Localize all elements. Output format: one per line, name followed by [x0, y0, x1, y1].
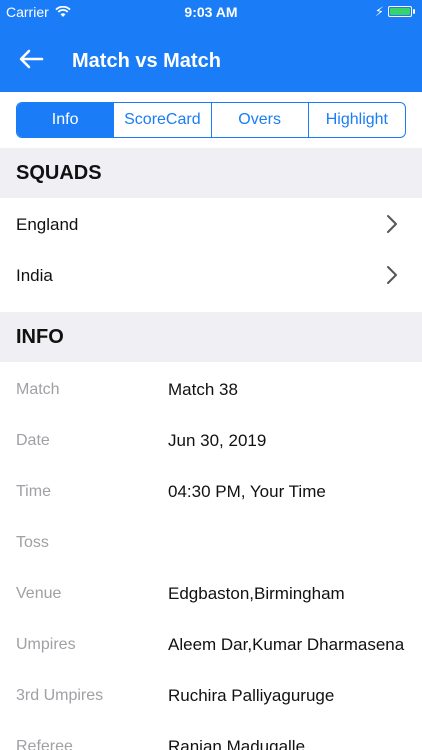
info-key: Date: [16, 432, 50, 449]
team-name: England: [16, 215, 79, 234]
status-bar: Carrier 9:03 AM ⚡: [0, 0, 422, 24]
info-title: INFO: [16, 326, 64, 348]
battery-icon: [388, 6, 415, 17]
squad-row-india[interactable]: India: [0, 251, 422, 301]
info-key: Toss: [16, 534, 49, 551]
tab-highlight[interactable]: Highlight: [309, 103, 405, 137]
tab-scorecard[interactable]: ScoreCard: [114, 103, 212, 137]
info-row-match: Match Match 38: [0, 364, 422, 415]
info-row-date: Date Jun 30, 2019: [0, 415, 422, 466]
info-row-referee: Referee Ranjan Madugalle: [0, 721, 422, 750]
squads-title: SQUADS: [16, 162, 102, 184]
info-row-third-umpires: 3rd Umpires Ruchira Palliyaguruge: [0, 670, 422, 721]
tab-info[interactable]: Info: [17, 103, 115, 137]
info-key: Time: [16, 483, 51, 500]
info-value: Edgbaston,Birmingham: [168, 584, 345, 603]
info-key: Referee: [16, 738, 73, 750]
squad-row-england[interactable]: England: [0, 200, 422, 250]
info-value: Jun 30, 2019: [168, 431, 267, 450]
info-row-venue: Venue Edgbaston,Birmingham: [0, 568, 422, 619]
app-header: Carrier 9:03 AM ⚡ Match vs Match: [0, 0, 422, 92]
info-section-header: INFO: [0, 312, 422, 362]
segmented-tabs: Info ScoreCard Overs Highlight: [16, 102, 406, 138]
back-arrow-icon[interactable]: [16, 44, 46, 74]
info-key: 3rd Umpires: [16, 687, 104, 704]
info-value: 04:30 PM, Your Time: [168, 482, 326, 501]
tab-overs[interactable]: Overs: [212, 103, 309, 137]
info-value: Aleem Dar,Kumar Dharmasena: [168, 635, 405, 654]
info-row-toss: Toss: [0, 517, 422, 568]
info-key: Venue: [16, 585, 62, 602]
info-key: Umpires: [16, 636, 76, 653]
chevron-right-icon: [387, 266, 397, 284]
info-row-time: Time 04:30 PM, Your Time: [0, 466, 422, 517]
info-value: Ruchira Palliyaguruge: [168, 686, 335, 705]
page-title: Match vs Match: [72, 50, 221, 72]
nav-bar: Match vs Match: [0, 38, 422, 82]
info-value: Match 38: [168, 380, 238, 399]
status-time: 9:03 AM: [184, 4, 238, 20]
chevron-right-icon: [387, 215, 397, 233]
info-row-umpires: Umpires Aleem Dar,Kumar Dharmasena: [0, 619, 422, 670]
charging-icon: ⚡: [374, 4, 384, 19]
info-key: Match: [16, 381, 60, 398]
info-value: Ranjan Madugalle: [168, 737, 306, 750]
squads-section-header: SQUADS: [0, 148, 422, 198]
team-name: India: [16, 266, 53, 285]
